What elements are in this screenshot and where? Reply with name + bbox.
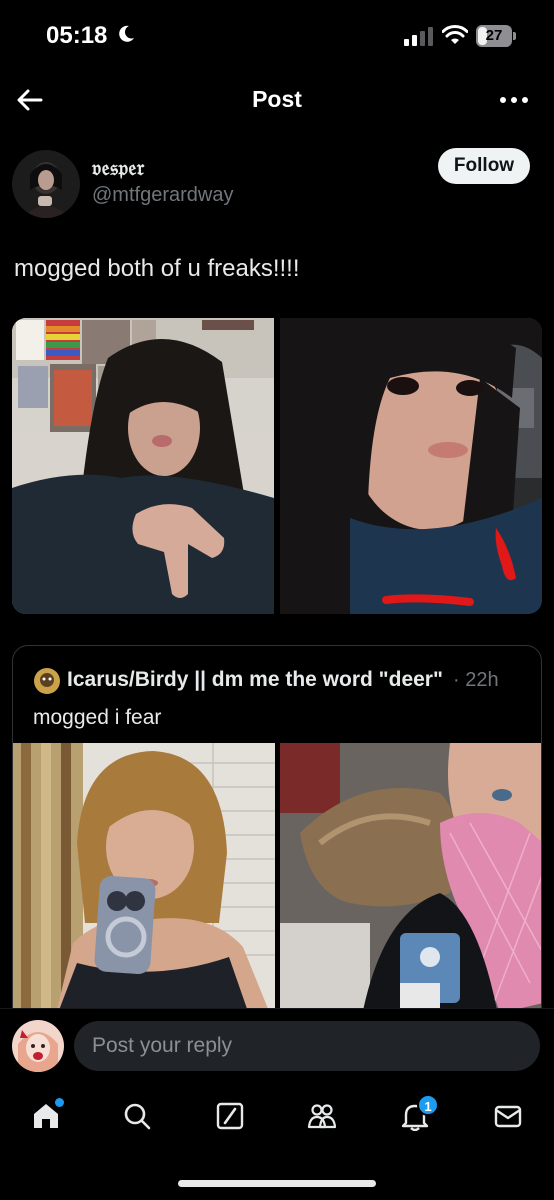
status-bar: 05:18 27 [0,0,554,72]
status-time: 05:18 [46,22,108,49]
quoted-image-1 [13,743,275,1024]
cellular-signal-icon [404,27,433,46]
nav-messages[interactable] [486,1094,530,1138]
reply-composer-bar [0,1008,554,1078]
reply-input[interactable] [74,1021,540,1071]
author-handle[interactable]: @mtfgerardway [92,184,233,207]
notification-badge: 1 [417,1094,439,1116]
nav-home[interactable] [24,1094,68,1138]
current-user-avatar[interactable] [12,1020,64,1072]
battery-percentage: 27 [485,27,503,44]
nav-search[interactable] [115,1094,159,1138]
page-title: Post [252,86,302,112]
home-indicator [178,1180,376,1187]
top-app-bar: Post [0,72,554,130]
quoted-image-2 [280,743,541,1024]
communities-icon [307,1104,337,1129]
home-unread-dot [55,1098,64,1107]
quoted-author-avatar [34,668,60,694]
nav-notifications[interactable]: 1 [393,1094,439,1138]
nav-communities[interactable] [300,1094,344,1138]
quoted-post-text: mogged i fear [33,706,162,729]
quoted-post-time: · 22h [453,669,499,691]
author-display-name[interactable]: 𝔳𝔢𝔰𝔭𝔢𝔯 [92,155,145,181]
messages-icon [494,1105,522,1128]
search-icon [124,1103,151,1130]
more-options-icon[interactable] [498,88,530,112]
post-image-1[interactable] [12,318,274,614]
grok-icon [216,1102,244,1130]
follow-button[interactable]: Follow [438,148,530,184]
battery-indicator: 27 [476,25,518,47]
wifi-icon [442,25,468,44]
quoted-post[interactable]: Icarus/Birdy || dm me the word "deer" · … [12,645,542,1025]
nav-grok[interactable] [208,1094,252,1138]
quoted-author-name: Icarus/Birdy || dm me the word "deer" [67,668,443,691]
author-avatar[interactable] [12,150,80,218]
post-image-2[interactable] [280,318,542,614]
moon-icon [119,25,134,42]
post-text: mogged both of u freaks!!!! [14,255,300,282]
